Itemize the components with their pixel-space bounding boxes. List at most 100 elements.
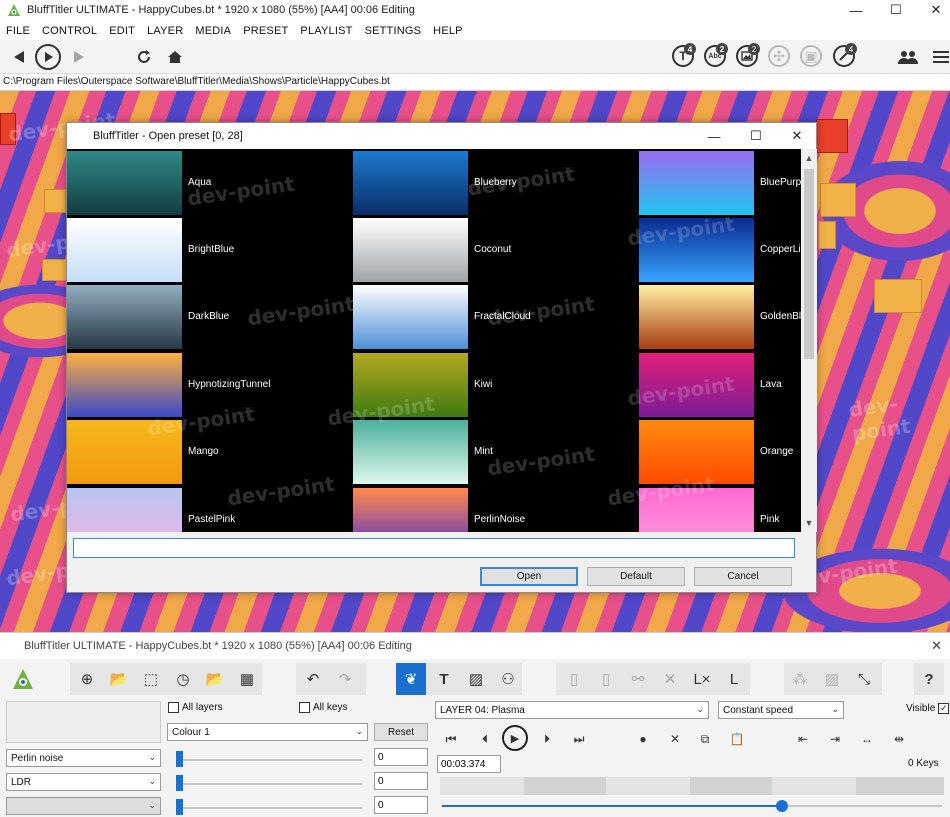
value-slider-2[interactable]: [180, 783, 362, 785]
dialog-minimize-button[interactable]: —: [699, 126, 729, 146]
dialog-close-button[interactable]: ✕: [782, 126, 812, 146]
particle-layer-icon[interactable]: ✣: [768, 45, 790, 67]
menu-layer[interactable]: LAYER: [147, 25, 183, 37]
menu-help[interactable]: HELP: [433, 25, 463, 37]
scroll-down-icon[interactable]: ▼: [801, 516, 817, 530]
text-layer-icon[interactable]: T: [432, 663, 456, 695]
key-right-icon[interactable]: ⇥: [824, 727, 846, 751]
align-center-icon[interactable]: ▯: [594, 663, 618, 695]
preset-thumbnail[interactable]: [67, 285, 182, 349]
refresh-icon[interactable]: [131, 44, 157, 70]
panel-close-button[interactable]: ✕: [931, 638, 942, 654]
copy-key-icon[interactable]: ⧉: [694, 727, 716, 751]
minimize-button[interactable]: —: [834, 0, 878, 20]
maximize-button[interactable]: ☐: [874, 0, 918, 20]
image-effect-icon[interactable]: ▨: [820, 663, 844, 695]
skip-start-icon[interactable]: ⏮: [440, 727, 462, 751]
record-key-icon[interactable]: ●: [632, 727, 654, 751]
delete-key-icon[interactable]: ✕: [664, 727, 686, 751]
reset-button[interactable]: Reset: [374, 723, 428, 741]
all-keys-checkbox[interactable]: All keys: [299, 702, 347, 713]
play-button[interactable]: [35, 44, 61, 70]
preset-item[interactable]: BrightBlue: [67, 218, 353, 285]
home-icon[interactable]: [162, 44, 188, 70]
link-icon[interactable]: ⚯: [626, 663, 650, 695]
menu-media[interactable]: MEDIA: [195, 25, 231, 37]
copy-layer-icon[interactable]: ▣: [800, 45, 822, 67]
checkbox-box[interactable]: [299, 702, 310, 713]
preset-thumbnail[interactable]: [353, 151, 468, 215]
redo-icon[interactable]: ↷: [334, 663, 356, 695]
slider-thumb[interactable]: [176, 799, 183, 815]
add-icon[interactable]: ⊕: [76, 663, 98, 695]
preset-thumbnail[interactable]: [639, 151, 754, 215]
abc-layer-icon[interactable]: Abc 2: [704, 43, 728, 67]
preset-scrollbar[interactable]: ▲ ▼: [801, 149, 817, 532]
value-input-3[interactable]: [374, 796, 428, 814]
key-spread-icon[interactable]: ↔: [856, 727, 878, 751]
play-icon[interactable]: ▶: [502, 725, 528, 751]
menu-file[interactable]: FILE: [6, 25, 30, 37]
visible-checkbox[interactable]: Visible ✓: [906, 703, 950, 714]
menu-preset[interactable]: PRESET: [243, 25, 288, 37]
y-axis-icon[interactable]: L: [722, 663, 746, 695]
slider-thumb[interactable]: [176, 775, 183, 791]
value-slider-3[interactable]: [180, 807, 362, 809]
film-icon[interactable]: ▦: [236, 663, 258, 695]
x-axis-icon[interactable]: L×: [690, 663, 714, 695]
skip-end-icon[interactable]: ⏭: [568, 727, 590, 751]
crop-icon[interactable]: ⬚: [140, 663, 162, 695]
plasma-layer-icon[interactable]: ❦: [396, 663, 426, 695]
text-layer-icon[interactable]: T4: [672, 43, 696, 67]
menu-settings[interactable]: SETTINGS: [365, 25, 422, 37]
layer-select[interactable]: LAYER 04: Plasma ⌄: [435, 701, 709, 719]
step-forward-icon[interactable]: ⏵: [536, 727, 558, 751]
speed-select[interactable]: Constant speed ⌄: [718, 701, 844, 719]
slider-thumb[interactable]: [176, 751, 183, 767]
checkbox-box[interactable]: [168, 702, 179, 713]
forward-icon[interactable]: [66, 44, 92, 70]
menu-playlist[interactable]: PLAYLIST: [300, 25, 352, 37]
paste-key-icon[interactable]: 📋: [726, 727, 748, 751]
preset-item[interactable]: GoldenBlobs: [639, 285, 801, 352]
default-button[interactable]: Default: [587, 567, 685, 586]
open-button[interactable]: Open: [480, 567, 578, 586]
key-center-icon[interactable]: ⇹: [888, 727, 910, 751]
preset-name-input[interactable]: [73, 538, 795, 558]
value-input-2[interactable]: [374, 772, 428, 790]
preset-thumbnail[interactable]: [353, 218, 468, 282]
shapes-layer-icon[interactable]: ⚇: [496, 663, 520, 695]
noise-type-select[interactable]: Perlin noise ⌄: [6, 749, 161, 767]
time-input[interactable]: [437, 755, 501, 773]
colour-select[interactable]: Colour 1 ⌄: [167, 723, 368, 741]
preset-thumbnail[interactable]: [67, 488, 182, 532]
step-back-icon[interactable]: ⏴: [474, 727, 496, 751]
preset-item[interactable]: Orange: [639, 420, 801, 487]
preset-item[interactable]: PerlinNoise: [353, 488, 639, 532]
dialog-maximize-button[interactable]: ☐: [741, 126, 771, 146]
preset-thumbnail[interactable]: [67, 353, 182, 417]
scale-icon[interactable]: ✕: [658, 663, 682, 695]
abc-effect-icon[interactable]: ⁂: [788, 663, 812, 695]
align-left-icon[interactable]: ▯: [562, 663, 586, 695]
preset-thumbnail[interactable]: [67, 218, 182, 282]
undo-icon[interactable]: ↶: [302, 663, 324, 695]
scroll-up-icon[interactable]: ▲: [801, 151, 817, 165]
preset-thumbnail[interactable]: [67, 151, 182, 215]
preset-thumbnail[interactable]: [353, 420, 468, 484]
menu-control[interactable]: CONTROL: [42, 25, 97, 37]
value-input-1[interactable]: [374, 748, 428, 766]
wand-icon[interactable]: 4: [833, 43, 857, 67]
resize-icon[interactable]: ⤡: [852, 663, 876, 695]
help-icon[interactable]: ?: [917, 663, 941, 695]
timeline-slider[interactable]: [442, 800, 942, 812]
disabled-select[interactable]: ⌄: [6, 797, 161, 815]
checkbox-box[interactable]: ✓: [938, 703, 950, 714]
key-left-icon[interactable]: ⇤: [792, 727, 814, 751]
open-folder-icon[interactable]: 📂: [108, 663, 130, 695]
scroll-thumb[interactable]: [804, 169, 814, 359]
all-layers-checkbox[interactable]: All layers: [168, 702, 223, 713]
picture-layer-icon[interactable]: ▨: [464, 663, 488, 695]
value-slider-1[interactable]: [180, 759, 362, 761]
preset-item[interactable]: BluePurple: [639, 151, 801, 218]
